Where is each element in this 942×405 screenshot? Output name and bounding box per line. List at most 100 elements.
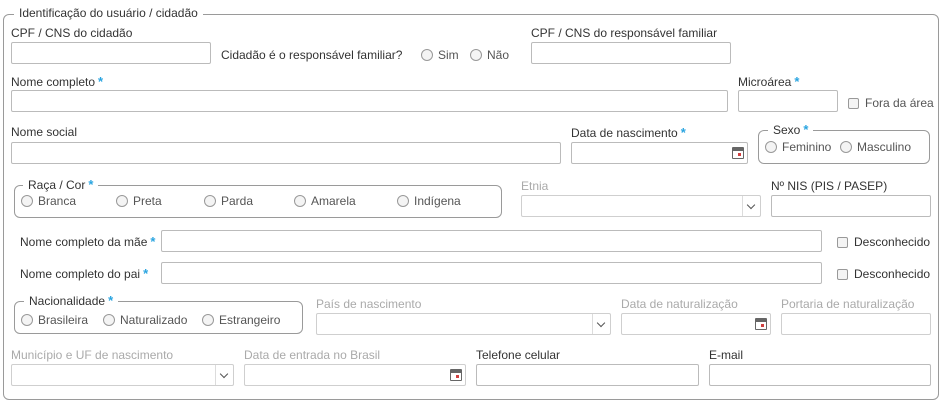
raca-parda-radio[interactable]: Parda (204, 194, 253, 208)
nacionalidade-naturalizado-label: Naturalizado (120, 313, 188, 327)
pai-input[interactable] (161, 262, 822, 284)
nome-social-label: Nome social (11, 125, 78, 139)
nacionalidade-estrangeiro-label: Estrangeiro (219, 313, 281, 327)
pai-label: Nome completo do pai * (20, 266, 148, 281)
radio-circle-icon (21, 195, 33, 207)
data-naturalizacao-label: Data de naturalização (621, 297, 738, 311)
chevron-down-icon (592, 314, 610, 334)
raca-branca-label: Branca (38, 194, 77, 208)
radio-circle-icon (294, 195, 306, 207)
responsavel-question: Cidadão é o responsável familiar? (221, 48, 403, 62)
chevron-down-icon (215, 365, 233, 385)
responsavel-sim-label: Sim (438, 48, 459, 62)
raca-preta-radio[interactable]: Preta (116, 194, 162, 208)
radio-circle-icon (421, 49, 433, 61)
data-entrada-label: Data de entrada no Brasil (244, 348, 381, 362)
etnia-label: Etnia (521, 179, 549, 193)
cpf-label: CPF / CNS do cidadão (11, 26, 133, 40)
sexo-legend-text: Sexo (773, 123, 801, 137)
raca-indigena-radio[interactable]: Indígena (397, 194, 461, 208)
radio-circle-icon (202, 314, 214, 326)
nascimento-label: Data de nascimento * (571, 125, 686, 140)
nascimento-date-input[interactable] (571, 142, 748, 164)
raca-branca-radio[interactable]: Branca (21, 194, 76, 208)
pai-label-text: Nome completo do pai (20, 267, 141, 281)
nascimento-label-text: Data de nascimento (571, 126, 678, 140)
pais-nascimento-label: País de nascimento (316, 297, 422, 311)
cpf-responsavel-label: CPF / CNS do responsável familiar (531, 26, 718, 40)
radio-circle-icon (765, 141, 777, 153)
section-title: Identificação do usuário / cidadão (14, 6, 203, 20)
pai-desconhecido-label: Desconhecido (854, 267, 931, 281)
fora-area-checkbox[interactable]: Fora da área (848, 96, 934, 110)
raca-amarela-radio[interactable]: Amarela (294, 194, 356, 208)
nome-social-input[interactable] (11, 142, 561, 164)
radio-circle-icon (21, 314, 33, 326)
required-asterisk-icon: * (108, 293, 114, 308)
required-asterisk-icon: * (88, 177, 94, 192)
data-entrada-input[interactable] (244, 364, 466, 386)
email-input[interactable] (709, 364, 931, 386)
data-naturalizacao-input[interactable] (621, 313, 771, 335)
etnia-select[interactable] (521, 195, 761, 217)
municipio-select[interactable] (11, 364, 234, 386)
checkbox-icon (837, 268, 848, 280)
nome-label-text: Nome completo (11, 75, 96, 89)
nis-label: Nº NIS (PIS / PASEP) (771, 179, 888, 193)
required-asterisk-icon: * (98, 74, 104, 89)
microarea-label-text: Microárea (738, 75, 792, 89)
microarea-input[interactable] (738, 90, 838, 112)
microarea-label: Microárea * (738, 74, 799, 89)
radio-circle-icon (116, 195, 128, 207)
sexo-legend: Sexo * (768, 122, 814, 137)
municipio-label: Município e UF de nascimento (11, 348, 174, 362)
telefone-input[interactable] (476, 364, 699, 386)
nacionalidade-legend-text: Nacionalidade (29, 294, 106, 308)
mae-label: Nome completo da mãe * (20, 234, 155, 249)
responsavel-sim-radio[interactable]: Sim (421, 48, 459, 62)
radio-circle-icon (397, 195, 409, 207)
telefone-label: Telefone celular (476, 348, 561, 362)
portaria-label: Portaria de naturalização (781, 297, 915, 311)
mae-input[interactable] (161, 230, 822, 252)
mae-desconhecido-checkbox[interactable]: Desconhecido (837, 235, 930, 249)
sexo-feminino-radio[interactable]: Feminino (765, 140, 831, 154)
radio-circle-icon (470, 49, 482, 61)
pai-desconhecido-checkbox[interactable]: Desconhecido (837, 267, 930, 281)
email-label: E-mail (709, 348, 744, 362)
mae-label-text: Nome completo da mãe (20, 235, 148, 249)
nacionalidade-estrangeiro-radio[interactable]: Estrangeiro (202, 313, 280, 327)
portaria-input[interactable] (781, 313, 931, 335)
sexo-feminino-label: Feminino (782, 140, 832, 154)
responsavel-nao-label: Não (487, 48, 510, 62)
nacionalidade-brasileira-radio[interactable]: Brasileira (21, 313, 88, 327)
nacionalidade-naturalizado-radio[interactable]: Naturalizado (103, 313, 187, 327)
nacionalidade-legend: Nacionalidade * (24, 293, 119, 308)
calendar-icon[interactable] (450, 369, 462, 381)
radio-circle-icon (103, 314, 115, 326)
nis-input[interactable] (771, 195, 931, 217)
raca-parda-label: Parda (221, 194, 254, 208)
raca-preta-label: Preta (133, 194, 162, 208)
mae-desconhecido-label: Desconhecido (854, 235, 931, 249)
pais-nascimento-select[interactable] (316, 313, 611, 335)
sexo-masculino-label: Masculino (857, 140, 912, 154)
calendar-icon[interactable] (732, 147, 744, 159)
nacionalidade-brasileira-label: Brasileira (38, 313, 89, 327)
calendar-icon[interactable] (755, 318, 767, 330)
nome-input[interactable] (11, 90, 728, 112)
fora-area-label: Fora da área (865, 96, 934, 110)
raca-legend: Raça / Cor * (23, 177, 99, 192)
raca-indigena-label: Indígena (414, 194, 461, 208)
responsavel-nao-radio[interactable]: Não (470, 48, 509, 62)
required-asterisk-icon: * (680, 125, 686, 140)
required-asterisk-icon: * (143, 266, 149, 281)
cpf-responsavel-input[interactable] (531, 42, 731, 64)
raca-amarela-label: Amarela (311, 194, 356, 208)
checkbox-icon (837, 236, 848, 248)
required-asterisk-icon: * (150, 234, 156, 249)
sexo-masculino-radio[interactable]: Masculino (840, 140, 911, 154)
radio-circle-icon (204, 195, 216, 207)
chevron-down-icon (742, 196, 760, 216)
cpf-input[interactable] (11, 42, 211, 64)
